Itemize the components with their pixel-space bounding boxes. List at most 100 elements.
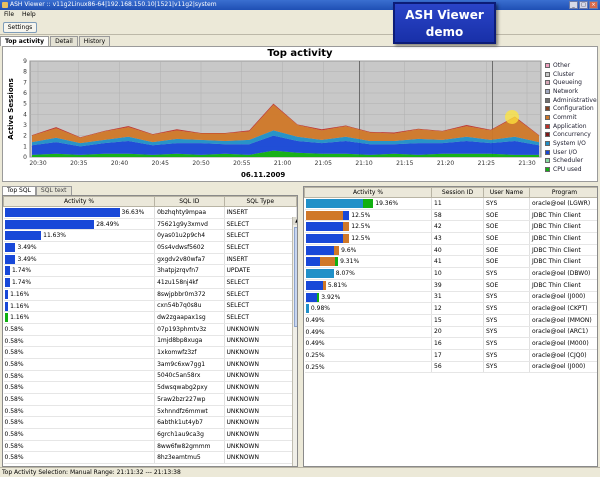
session-table-row[interactable]: 9.6% 40 SOE JDBC Thin Client	[304, 244, 597, 257]
scroll-up-icon[interactable]: ▲	[293, 217, 297, 225]
activity-bar-segment	[4, 266, 10, 276]
legend-label: Administrative	[553, 96, 597, 104]
main-tabs: Top activity Detail History	[0, 36, 111, 46]
sql-table-row[interactable]: 0.58% 5raw2bzr227wp UNKNOWN	[3, 393, 297, 406]
scroll-thumb[interactable]	[294, 227, 297, 327]
sql-table-scrollbar[interactable]: ▲ ▼	[292, 217, 297, 466]
session-table-row[interactable]: 19.36% 11 SYS oracle@oel (LGWR)	[304, 197, 597, 210]
session-table-row[interactable]: 0.49% 16 SYS oracle@oel (M000)	[304, 337, 597, 350]
activity-bar-segment	[322, 280, 326, 290]
activity-percent: 0.58%	[4, 325, 24, 333]
sql-table-row[interactable]: 1.16% 8swjpbbr0m372 SELECT	[3, 288, 297, 301]
sql-type-cell: UNKNOWN	[224, 416, 297, 430]
session-table-row[interactable]: 0.49% 20 SYS oracle@oel (ARC1)	[304, 326, 597, 339]
sql-table-row[interactable]: 0.58% 8hz3eamtmu5 UNKNOWN	[3, 451, 297, 465]
settings-button[interactable]: Settings	[3, 22, 37, 33]
sql-table: Activity % SQL ID SQL Type 36.63% 0bzhqht…	[3, 196, 297, 465]
x-tick-label: 21:10	[355, 160, 372, 167]
activity-cell: 1.16%	[3, 311, 156, 324]
activity-bar	[305, 280, 326, 290]
sql-id-cell: 3hatpjzrqvfn7	[154, 264, 225, 278]
tab-detail[interactable]: Detail	[50, 36, 78, 46]
session-table-row[interactable]: 9.31% 41 SOE JDBC Thin Client	[304, 255, 597, 269]
sql-id-cell: 3am9c6xw7gg1	[154, 358, 225, 371]
user-name-cell: SYS	[483, 267, 530, 280]
session-header-sid[interactable]: Session ID	[431, 187, 484, 198]
menu-file[interactable]: File	[4, 10, 14, 20]
activity-cell: 0.58%	[3, 416, 156, 430]
sql-table-row[interactable]: 3.49% 05s4vdwsf5602 SELECT	[3, 241, 297, 254]
sql-table-row[interactable]: 0.58% 1mjd8bp8xuga UNKNOWN	[3, 335, 297, 348]
sql-table-row[interactable]: 3.49% gxgdv2v80wfa7 INSERT	[3, 253, 297, 266]
sql-table-row[interactable]: 1.74% 41zu158nj4kf SELECT	[3, 276, 297, 289]
activity-percent: 0.98%	[310, 305, 330, 313]
session-table-row[interactable]: 0.25% 17 SYS oracle@oel (CJQ0)	[304, 349, 597, 362]
activity-cell: 0.58%	[3, 393, 156, 406]
sql-type-cell: SELECT	[224, 300, 297, 313]
sql-table-row[interactable]: 0.58% 8ww6fw82gmmm UNKNOWN	[3, 440, 297, 453]
tab-top-activity[interactable]: Top activity	[0, 36, 50, 46]
sql-table-row[interactable]: 0.58% 07p193phmtv3z UNKNOWN	[3, 323, 297, 336]
menu-help[interactable]: Help	[22, 10, 36, 20]
minimize-icon[interactable]: _	[569, 1, 578, 9]
title-bar[interactable]: ASH Viewer :: v11g2Linux86-64|192.168.15…	[0, 0, 600, 10]
activity-percent: 1.16%	[10, 302, 30, 310]
session-table-row[interactable]: 3.92% 31 SYS oracle@oel (J000)	[304, 291, 597, 304]
activity-percent: 3.49%	[17, 255, 37, 263]
sql-table-row[interactable]: 0.58% 1xkomwfz3zf UNKNOWN	[3, 346, 297, 359]
session-id-cell: 56	[431, 361, 484, 374]
program-cell: JDBC Thin Client	[529, 220, 597, 234]
activity-cell: 0.49%	[304, 337, 432, 350]
session-table-row[interactable]: 12.5% 43 SOE JDBC Thin Client	[304, 232, 597, 245]
tab-history[interactable]: History	[78, 36, 111, 46]
sql-table-row[interactable]: 11.63% 0yas01u2p9ch4 SELECT	[3, 229, 297, 243]
sql-id-cell: 5xhnndfz6mmwt	[154, 405, 225, 418]
user-name-cell: SOE	[483, 209, 530, 222]
activity-cell: 12.5%	[304, 220, 432, 234]
sql-table-row[interactable]: 0.58% 3am9c6xw7gg1 UNKNOWN	[3, 358, 297, 371]
activity-percent: 0.49%	[305, 316, 325, 324]
sql-table-row[interactable]: 0.58% 5040c5an58rx UNKNOWN	[3, 370, 297, 383]
sql-table-row[interactable]: 1.16% cxn54b7q0s8u SELECT	[3, 300, 297, 313]
session-header-activity[interactable]: Activity %	[304, 187, 432, 198]
sql-table-row[interactable]: 0.58% 6abthk1ut4yb7 UNKNOWN	[3, 416, 297, 430]
sql-table-row[interactable]: 1.74% 3hatpjzrqvfn7 UPDATE	[3, 264, 297, 278]
sql-header-type[interactable]: SQL Type	[223, 196, 297, 207]
activity-bar	[4, 289, 9, 299]
user-name-cell: SOE	[483, 255, 530, 269]
y-tick-label: 5	[23, 101, 27, 108]
app-icon	[2, 2, 8, 8]
close-icon[interactable]: ×	[589, 1, 598, 9]
session-table-row[interactable]: 8.07% 10 SYS oracle@oel (DBW0)	[304, 267, 597, 280]
session-table-row[interactable]: 5.81% 39 SOE JDBC Thin Client	[304, 279, 597, 292]
activity-bar	[305, 304, 309, 314]
legend-item: Configuration	[545, 104, 597, 113]
session-table-row[interactable]: 0.49% 15 SYS oracle@oel (MMON)	[304, 314, 597, 327]
session-table-row[interactable]: 12.5% 58 SOE JDBC Thin Client	[304, 209, 597, 222]
tab-sql-text[interactable]: SQL text	[35, 186, 72, 195]
activity-bar	[305, 245, 340, 255]
session-header-user[interactable]: User Name	[483, 187, 530, 198]
sql-table-row[interactable]: 0.58% 5xhnndfz6mmwt UNKNOWN	[3, 405, 297, 418]
maximize-icon[interactable]: □	[579, 1, 588, 9]
legend-item: Cluster	[545, 70, 597, 79]
legend-label: System I/O	[553, 140, 586, 148]
sql-table-panel: Activity % SQL ID SQL Type 36.63% 0bzhqht…	[2, 195, 298, 467]
session-table-row[interactable]: 0.98% 12 SYS oracle@oel (CKPT)	[304, 302, 597, 315]
sql-table-row[interactable]: 0.58% 6grch1au9ca3g UNKNOWN	[3, 428, 297, 441]
user-name-cell: SOE	[483, 220, 530, 234]
sql-header-sqlid[interactable]: SQL ID	[154, 196, 225, 207]
session-header-program[interactable]: Program	[529, 187, 597, 198]
sql-table-row[interactable]: 1.16% dw2zgaapax1sg SELECT	[3, 311, 297, 324]
sql-table-row[interactable]: 28.49% 75621g9y3xmvd SELECT	[3, 218, 297, 231]
session-id-cell: 39	[431, 279, 484, 292]
activity-bar-segment	[305, 234, 343, 244]
session-table-row[interactable]: 0.25% 56 SYS oracle@oel (J000)	[304, 361, 597, 374]
activity-cell: 3.49%	[3, 241, 156, 254]
tab-top-sql[interactable]: Top SQL	[2, 186, 36, 195]
session-table-row[interactable]: 12.5% 42 SOE JDBC Thin Client	[304, 220, 597, 234]
sql-table-row[interactable]: 36.63% 0bzhqhty9mpaa INSERT	[3, 206, 297, 219]
legend-item: Other	[545, 61, 597, 70]
sql-header-activity[interactable]: Activity %	[3, 196, 156, 207]
sql-table-row[interactable]: 0.58% 5dwsqwabg2pxy UNKNOWN	[3, 381, 297, 394]
